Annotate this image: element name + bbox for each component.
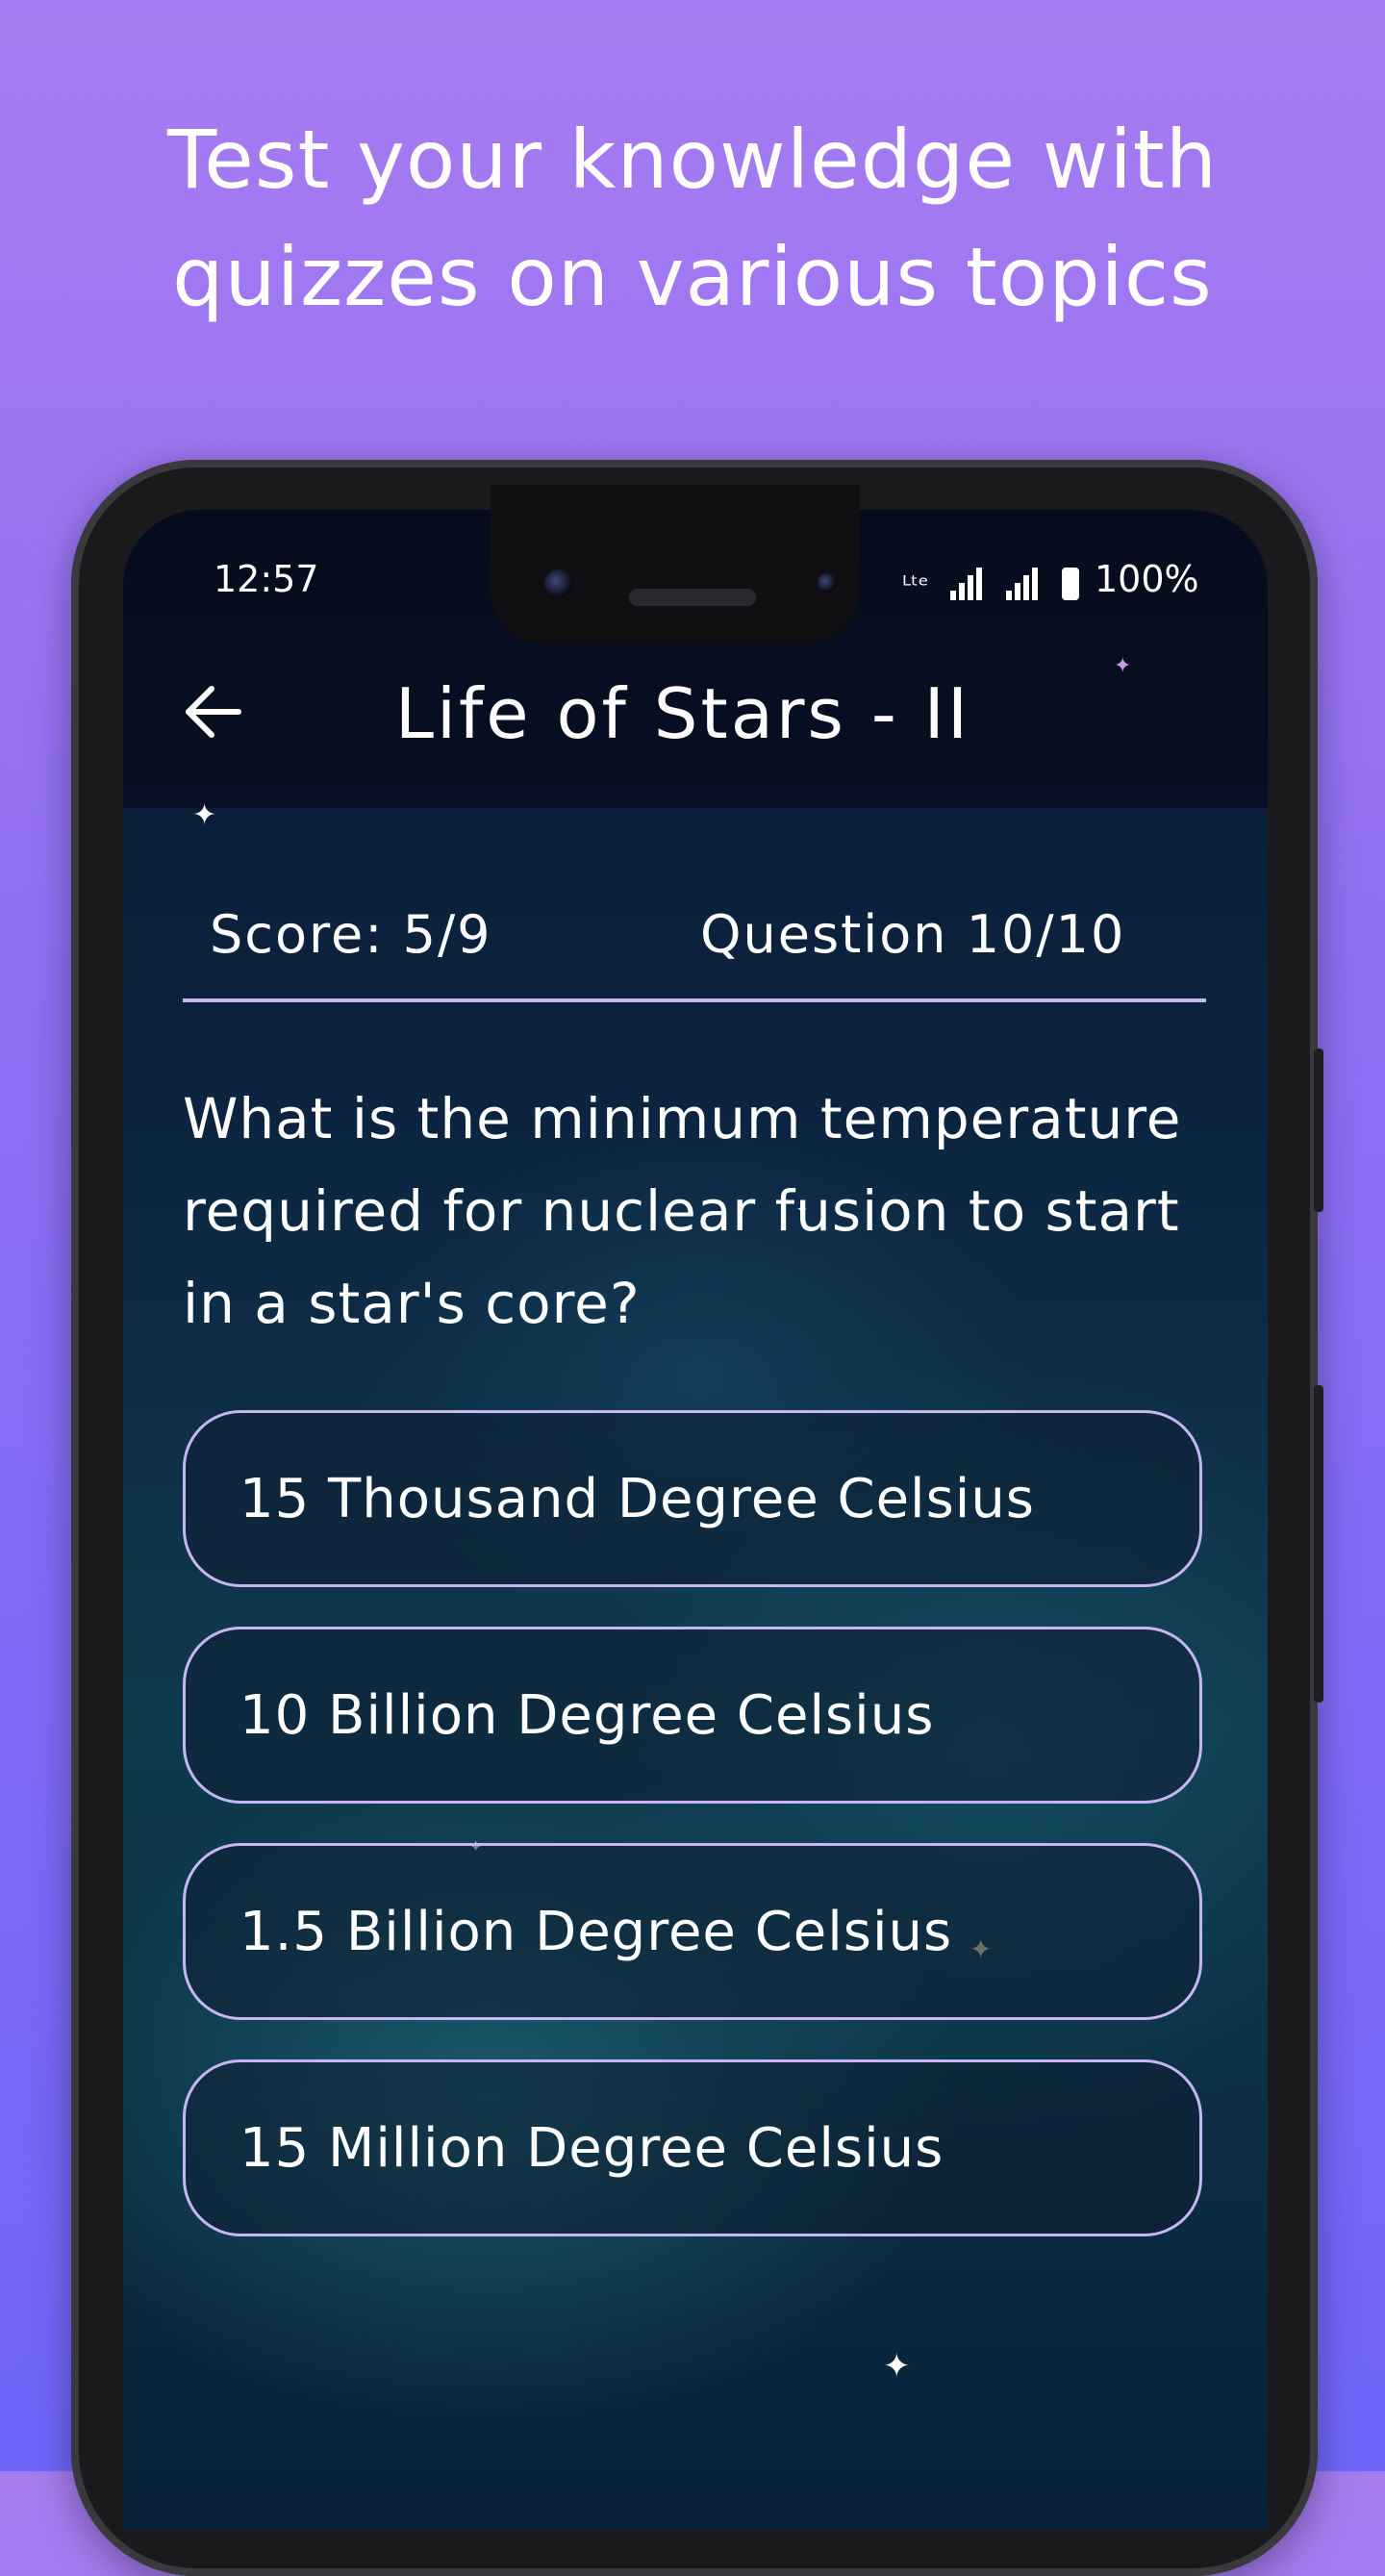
divider (183, 998, 1206, 1002)
answer-option-4[interactable]: 15 Million Degree Celsius (183, 2059, 1202, 2236)
speaker-grille (629, 589, 756, 606)
back-arrow-icon[interactable] (183, 681, 244, 743)
star-icon: ✦ (1114, 654, 1132, 678)
battery-percent: 100% (1095, 558, 1199, 600)
answer-option-label: 10 Billion Degree Celsius (239, 1683, 935, 1747)
promo-headline: Test your knowledge with quizzes on vari… (0, 101, 1385, 336)
question-text: What is the minimum temperature required… (183, 1086, 1182, 1336)
camera-lens-icon (544, 569, 573, 598)
answer-option-label: 1.5 Billion Degree Celsius (239, 1900, 953, 1963)
camera-notch (491, 485, 860, 644)
answer-option-2[interactable]: 10 Billion Degree Celsius (183, 1627, 1202, 1804)
answer-option-label: 15 Thousand Degree Celsius (239, 1467, 1035, 1530)
promo-line-1: Test your knowledge with (167, 113, 1218, 207)
answer-option-label: 15 Million Degree Celsius (239, 2116, 944, 2180)
camera-sensor-icon (818, 573, 837, 593)
answer-option-1[interactable]: 15 Thousand Degree Celsius (183, 1410, 1202, 1587)
battery-icon (1061, 568, 1079, 600)
answer-option-3[interactable]: 1.5 Billion Degree Celsius (183, 1843, 1202, 2020)
signal-icon (1005, 558, 1041, 600)
status-time: 12:57 (214, 558, 319, 600)
power-button (1314, 1385, 1323, 1703)
star-icon: ✦ (883, 2347, 911, 2386)
volume-button (1314, 1048, 1323, 1212)
status-icons: ᴸᵗᵉ 100% (902, 558, 1199, 600)
volte-icon: ᴸᵗᵉ (902, 571, 929, 600)
score-label: Score: 5/9 (210, 904, 492, 965)
signal-icon (949, 558, 985, 600)
star-icon: ✦ (192, 798, 217, 832)
question-counter: Question 10/10 (700, 904, 1126, 965)
page-title: Life of Stars - II (394, 673, 971, 754)
promo-line-2: quizzes on various topics (172, 230, 1213, 324)
